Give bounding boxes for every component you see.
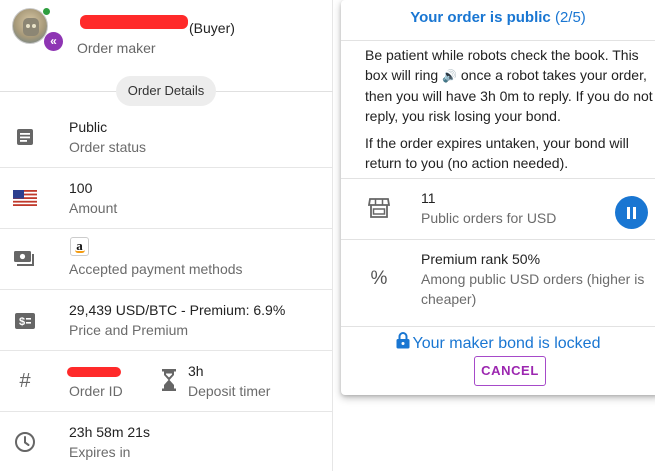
maker-header: « (Buyer) Order maker [0, 0, 333, 75]
bell-speaker-icon: 🔊 [442, 69, 457, 83]
online-status-dot [42, 7, 51, 16]
buyer-tag: (Buyer) [189, 20, 235, 36]
expires-label: Expires in [69, 444, 131, 460]
card-divider-1 [341, 178, 655, 179]
price-label: Price and Premium [69, 322, 189, 338]
premium-rank-value: Premium rank 50% [421, 251, 541, 267]
detail-row-price: $ 29,439 USD/BTC - Premium: 6.9% Price a… [0, 290, 333, 351]
pause-icon-bar-right [633, 206, 636, 219]
order-details-chip: Order Details [116, 76, 216, 106]
svg-text:$: $ [19, 316, 25, 328]
card-divider-2 [341, 239, 655, 240]
cancel-button[interactable]: CANCEL [474, 356, 546, 386]
detail-row-status: Public Order status [0, 107, 333, 168]
pause-button[interactable] [615, 196, 648, 229]
deposit-timer-label: Deposit timer [188, 383, 271, 399]
card-title-divider [341, 40, 655, 41]
detail-row-expires: 23h 58m 21s Expires in [0, 412, 333, 471]
amazon-icon: a [70, 237, 89, 256]
robot-eye-left [26, 24, 30, 28]
detail-row-payment: a Accepted payment methods [0, 229, 333, 290]
card-paragraph-1: Be patient while robots check the book. … [365, 45, 655, 126]
bond-status: Your maker bond is locked [341, 332, 655, 354]
card-paragraph-2: If the order expires untaken, your bond … [365, 135, 629, 171]
robot-face [23, 18, 39, 36]
amazon-smile [75, 250, 85, 253]
lock-icon [396, 332, 410, 354]
card-title: Your order is public (2/5) [341, 9, 655, 26]
article-icon [12, 124, 38, 150]
price-change-icon: $ [12, 308, 38, 334]
card-step: (2/5) [554, 9, 586, 26]
order-public-card: Your order is public (2/5) Be patient wh… [341, 0, 655, 395]
detail-row-amount: 100 Amount [0, 168, 333, 229]
card-title-text: Your order is public [410, 9, 551, 26]
deposit-timer-value: 3h [188, 363, 204, 379]
chevron-left-badge-icon[interactable]: « [44, 32, 63, 51]
hash-icon: # [19, 369, 31, 392]
detail-row-order-id: # Order ID 3h Deposit timer [0, 351, 333, 412]
expires-value: 23h 58m 21s [69, 424, 150, 440]
maker-role: Order maker [77, 40, 156, 56]
robot-eye-right [32, 24, 36, 28]
redacted-robot-name [80, 15, 188, 29]
order-id-label: Order ID [69, 383, 123, 399]
order-status-value: Public [69, 119, 108, 135]
us-flag-icon [12, 185, 38, 211]
redacted-order-id [67, 367, 121, 377]
payments-icon [12, 246, 38, 272]
card-divider-3 [341, 326, 655, 327]
public-orders-count: 11 [421, 190, 436, 206]
amount-label: Amount [69, 200, 118, 216]
order-details-panel: « (Buyer) Order maker Order Details Publ… [0, 0, 333, 471]
percent-icon: % [370, 268, 388, 289]
pause-icon-bar-left [627, 206, 630, 219]
storefront-icon [367, 196, 391, 220]
bond-status-text: Your maker bond is locked [412, 335, 601, 352]
premium-rank-label: Among public USD orders (higher is cheap… [421, 271, 645, 307]
payment-methods-label: Accepted payment methods [69, 261, 243, 277]
amount-value: 100 [69, 180, 93, 196]
order-status-label: Order status [69, 139, 147, 155]
price-value: 29,439 USD/BTC - Premium: 6.9% [69, 302, 286, 318]
clock-icon [12, 429, 38, 455]
hourglass-icon [156, 367, 182, 393]
